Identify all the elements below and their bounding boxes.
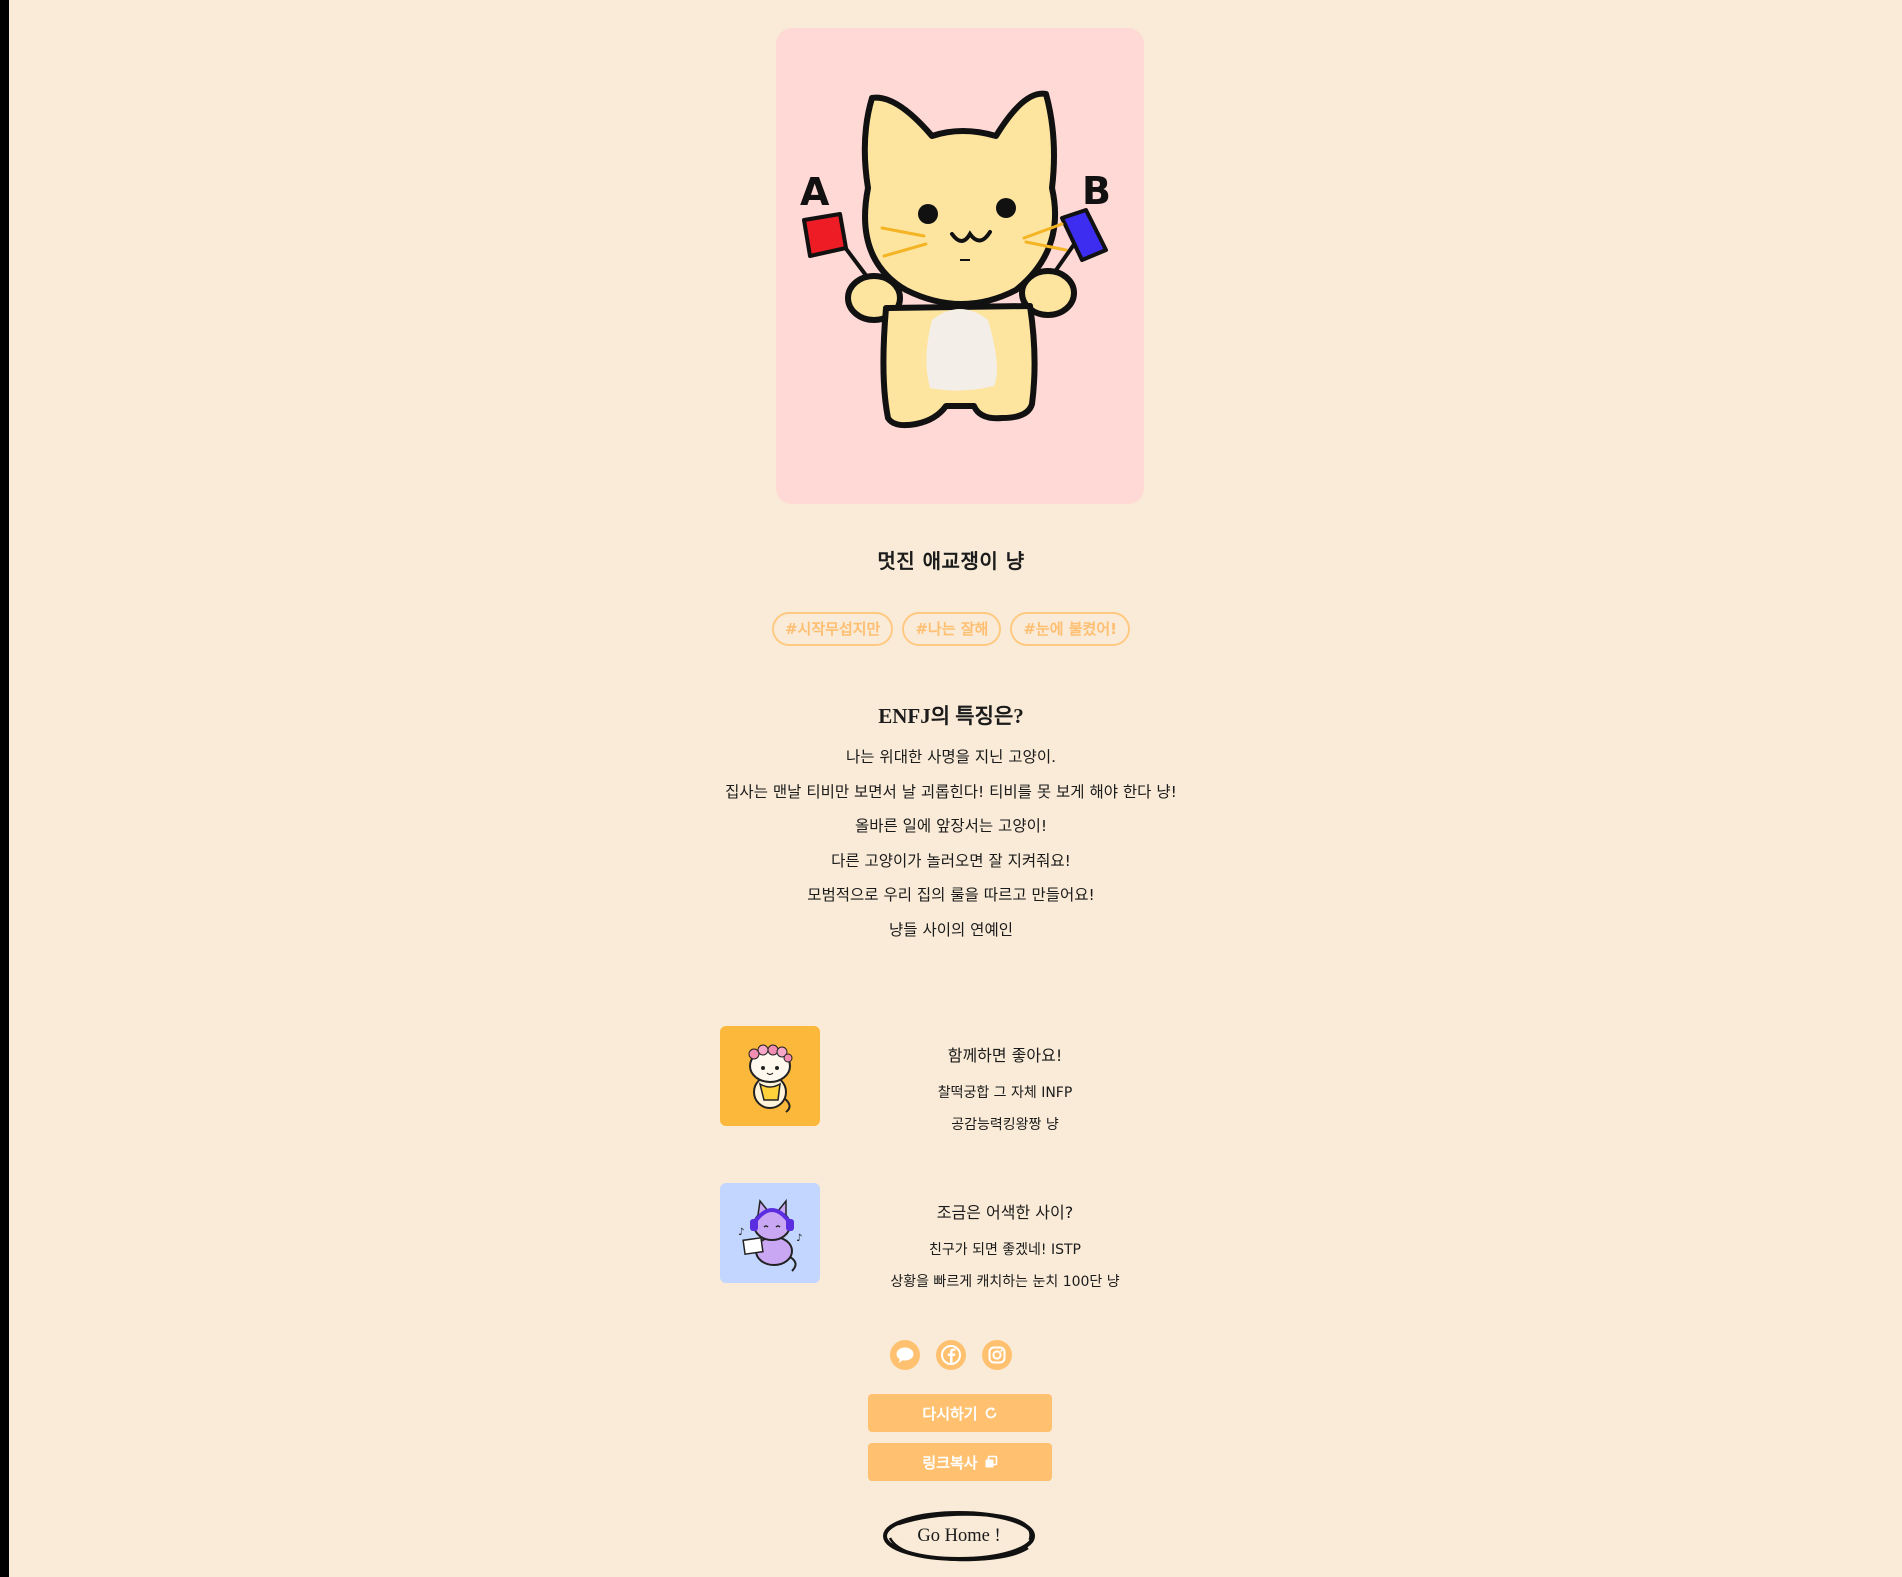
feature-line: 다른 고양이가 놀러오면 잘 지켜줘요! <box>831 851 1071 870</box>
awkward-match-type: 친구가 되면 좋겠네! ISTP <box>928 1242 1081 1258</box>
instagram-icon <box>988 1346 1006 1364</box>
good-match-text: 함께하면 좋아요! 찰떡궁합 그 자체 INFP 공감능력킹왕짱 냥 <box>820 1026 1190 1134</box>
feature-line: 올바른 일에 앞장서는 고양이! <box>854 817 1048 835</box>
red-flag <box>802 212 848 258</box>
copy-icon <box>985 1455 997 1468</box>
flag-b-letter: B <box>1082 169 1111 213</box>
flower-cat-image <box>748 1044 793 1113</box>
hashtag-chip: #눈에 불켰어! <box>1010 612 1130 646</box>
hashtag-chip: #시작무섭지만 <box>771 612 894 646</box>
svg-text:♪: ♪ <box>738 1227 744 1238</box>
headphone-cat-image: ♪ ♪ <box>738 1198 802 1272</box>
awkward-match-card: ♪ ♪ 조금은 어색한 사이? 친구가 되면 좋겠네! ISTP 상황을 빠르게… <box>720 1183 1190 1290</box>
hashtag-chip: #나는 잘해 <box>902 612 1002 646</box>
cat-illustration: A B <box>800 90 1111 429</box>
result-image-card: A B <box>776 28 1144 504</box>
awkward-match-heading: 조금은 어색한 사이? <box>936 1203 1074 1222</box>
refresh-icon <box>985 1407 996 1419</box>
go-home-button[interactable]: Go Home ! <box>880 1508 1038 1564</box>
feature-list: 나는 위대한 사명을 지닌 고양이. 집사는 맨날 티비만 보면서 날 괴롭힌다… <box>0 744 1902 951</box>
good-match-type: 찰떡궁합 그 자체 INFP <box>937 1085 1073 1101</box>
instagram-share-button[interactable] <box>982 1340 1012 1370</box>
awkward-match-thumbnail: ♪ ♪ <box>720 1183 820 1283</box>
good-match-description: 공감능력킹왕짱 냥 <box>951 1117 1059 1133</box>
feature-heading: ENFJ의 특징은? <box>878 704 1024 728</box>
kakaotalk-share-button[interactable] <box>890 1340 920 1370</box>
facebook-icon <box>941 1345 961 1365</box>
awkward-match-text: 조금은 어색한 사이? 친구가 되면 좋겠네! ISTP 상황을 빠르게 캐치하… <box>820 1183 1190 1291</box>
result-title: 멋진 애교쟁이 냥 <box>877 549 1025 573</box>
feature-line: 나는 위대한 사명을 지닌 고양이. <box>845 748 1057 766</box>
hashtag-list: #시작무섭지만 #나는 잘해 #눈에 불켰어! <box>0 612 1902 646</box>
retry-label: 다시하기 <box>922 1404 978 1423</box>
flag-a-letter: A <box>800 170 830 214</box>
feature-line: 모범적으로 우리 집의 룰을 따르고 만들어요! <box>807 886 1095 904</box>
copy-link-button[interactable]: 링크복사 <box>868 1443 1052 1481</box>
feature-line: 냥들 사이의 연예인 <box>889 920 1013 939</box>
good-match-heading: 함께하면 좋아요! <box>947 1046 1063 1065</box>
facebook-share-button[interactable] <box>936 1340 966 1370</box>
good-match-thumbnail <box>720 1026 820 1126</box>
feature-line: 집사는 맨날 티비만 보면서 날 괴롭힌다! 티비를 못 보게 해야 한다 냥! <box>725 782 1177 801</box>
kakaotalk-icon <box>896 1347 914 1363</box>
result-page: A B 멋진 애교쟁이 냥 #시작무섭지만 #나는 잘해 #눈에 불켰어! EN… <box>0 0 1902 1577</box>
copy-link-label: 링크복사 <box>922 1453 978 1472</box>
awkward-match-description: 상황을 빠르게 캐치하는 눈치 100단 냥 <box>890 1274 1120 1290</box>
svg-text:♪: ♪ <box>796 1233 802 1244</box>
good-match-card: 함께하면 좋아요! 찰떡궁합 그 자체 INFP 공감능력킹왕짱 냥 <box>720 1026 1190 1133</box>
share-buttons <box>0 1340 1902 1370</box>
retry-button[interactable]: 다시하기 <box>868 1394 1052 1432</box>
go-home-label: Go Home ! <box>917 1526 1001 1546</box>
